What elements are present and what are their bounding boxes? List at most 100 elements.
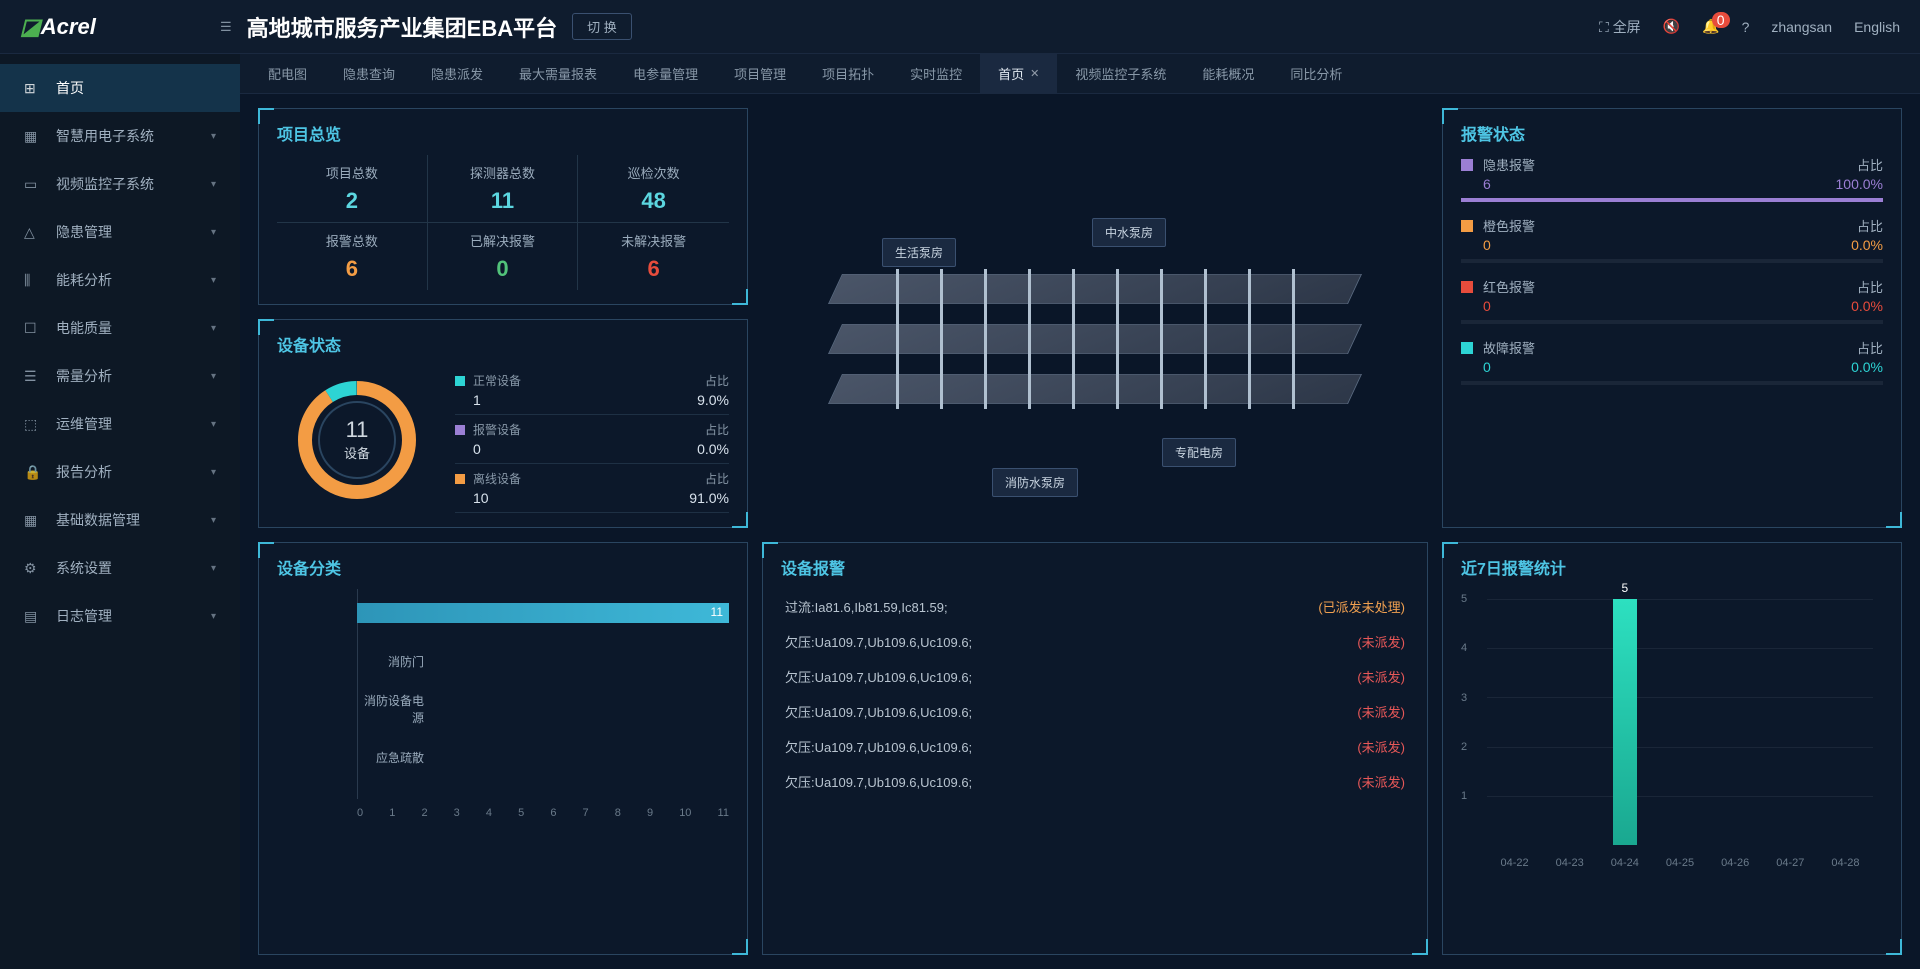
stat-item: 未解决报警6 xyxy=(578,223,729,290)
panel-device-status: 设备状态 11 设备 xyxy=(258,319,748,528)
stat-label: 项目总数 xyxy=(277,163,427,182)
stat-value: 6 xyxy=(578,256,729,282)
x-tick: 04-28 xyxy=(1831,857,1859,869)
nav-icon: ⬚ xyxy=(24,416,42,433)
legend-swatch xyxy=(1461,342,1473,354)
y-tick: 1 xyxy=(1461,790,1467,802)
x-tick: 4 xyxy=(486,807,492,819)
device-status-row: 正常设备占比19.0% xyxy=(455,366,729,415)
tab-2[interactable]: 隐患派发 xyxy=(413,54,501,93)
count-value: 0 xyxy=(473,441,481,457)
tab-10[interactable]: 能耗概况 xyxy=(1184,54,1272,93)
x-tick: 04-27 xyxy=(1776,857,1804,869)
nav-label: 需量分析 xyxy=(56,366,112,386)
chevron-down-icon: ▾ xyxy=(211,419,216,430)
tab-5[interactable]: 项目管理 xyxy=(716,54,804,93)
alarm-item[interactable]: 欠压:Ua109.7,Ub109.6,Uc109.6;(未派发) xyxy=(781,659,1409,694)
panel-alarm-status: 报警状态 隐患报警占比6100.0%橙色报警占比00.0%红色报警占比00.0%… xyxy=(1442,108,1902,528)
progress-fill xyxy=(1461,198,1883,202)
tab-7[interactable]: 实时监控 xyxy=(892,54,980,93)
pct-value: 9.0% xyxy=(697,392,729,408)
language-switch[interactable]: English xyxy=(1854,19,1900,35)
nav-item-8[interactable]: 🔒报告分析▾ xyxy=(0,448,240,496)
nav-label: 隐患管理 xyxy=(56,222,112,242)
stat-value: 11 xyxy=(428,188,578,214)
hbar-fill: 11 xyxy=(357,603,729,623)
pct-header: 占比 xyxy=(705,470,729,487)
help-icon[interactable]: ? xyxy=(1742,19,1750,35)
stat-item: 巡检次数48 xyxy=(578,155,729,223)
nav-label: 系统设置 xyxy=(56,558,112,578)
tab-9[interactable]: 视频监控子系统 xyxy=(1057,54,1184,93)
nav-item-9[interactable]: ▦基础数据管理▾ xyxy=(0,496,240,544)
chevron-down-icon: ▾ xyxy=(211,179,216,190)
alarm-item[interactable]: 过流:Ia81.6,Ib81.59,Ic81.59;(已派发未处理) xyxy=(781,589,1409,624)
nav-item-5[interactable]: ☐电能质量▾ xyxy=(0,304,240,352)
switch-button[interactable]: 切 换 xyxy=(572,13,632,40)
app-title: 高地城市服务产业集团EBA平台 xyxy=(247,11,557,43)
mute-icon[interactable]: 🔇 xyxy=(1663,18,1680,35)
marker-water-pump[interactable]: 中水泵房 xyxy=(1092,218,1166,247)
nav-item-10[interactable]: ⚙系统设置▾ xyxy=(0,544,240,592)
x-tick: 04-26 xyxy=(1721,857,1749,869)
fullscreen-button[interactable]: ⛶ 全屏 xyxy=(1599,17,1641,37)
header: ◪Acrel ☰ 高地城市服务产业集团EBA平台 切 换 ⛶ 全屏 🔇 🔔0 ?… xyxy=(0,0,1920,54)
x-tick: 5 xyxy=(518,807,524,819)
legend-label: 离线设备 xyxy=(473,470,521,487)
bell-icon[interactable]: 🔔0 xyxy=(1702,18,1719,35)
alarm-item[interactable]: 欠压:Ua109.7,Ub109.6,Uc109.6;(未派发) xyxy=(781,764,1409,799)
logo-icon: ◪ xyxy=(20,14,41,39)
device-status-row: 报警设备占比00.0% xyxy=(455,415,729,464)
tab-label: 隐患查询 xyxy=(343,64,395,83)
vbar: 5 xyxy=(1613,599,1637,845)
count-value: 0 xyxy=(1483,359,1491,375)
nav-item-0[interactable]: ⊞首页 xyxy=(0,64,240,112)
pct-value: 0.0% xyxy=(1851,359,1883,375)
y-tick: 3 xyxy=(1461,692,1467,704)
y-tick: 2 xyxy=(1461,741,1467,753)
nav-item-7[interactable]: ⬚运维管理▾ xyxy=(0,400,240,448)
panel-title: 报警状态 xyxy=(1461,121,1883,145)
marker-life-pump[interactable]: 生活泵房 xyxy=(882,238,956,267)
tab-11[interactable]: 同比分析 xyxy=(1272,54,1360,93)
tab-label: 电参量管理 xyxy=(633,64,698,83)
tab-label: 项目管理 xyxy=(734,64,786,83)
panel-3d-view[interactable]: 生活泵房 中水泵房 消防水泵房 专配电房 xyxy=(762,108,1428,528)
nav-item-4[interactable]: ⫼能耗分析▾ xyxy=(0,256,240,304)
tab-8[interactable]: 首页✕ xyxy=(980,54,1057,93)
alarm-status: (未派发) xyxy=(1357,702,1405,721)
chevron-down-icon: ▾ xyxy=(211,611,216,622)
alarm-item[interactable]: 欠压:Ua109.7,Ub109.6,Uc109.6;(未派发) xyxy=(781,729,1409,764)
marker-fire-pump[interactable]: 消防水泵房 xyxy=(992,468,1078,497)
x-tick: 9 xyxy=(647,807,653,819)
tab-label: 隐患派发 xyxy=(431,64,483,83)
tab-0[interactable]: 配电图 xyxy=(250,54,325,93)
donut-label: 设备 xyxy=(344,443,370,462)
panel-title: 项目总览 xyxy=(277,121,729,145)
tabbar: 配电图隐患查询 隐患派发最大需量报表电参量管理 项目管理项目拓扑实时监控首页✕视频监… xyxy=(240,54,1920,94)
panel-title: 设备分类 xyxy=(277,555,729,579)
tab-4[interactable]: 电参量管理 xyxy=(615,54,716,93)
close-icon[interactable]: ✕ xyxy=(1030,67,1039,80)
alarm-item[interactable]: 欠压:Ua109.7,Ub109.6,Uc109.6;(未派发) xyxy=(781,624,1409,659)
username[interactable]: zhangsan xyxy=(1771,19,1832,35)
nav-icon: ▦ xyxy=(24,512,42,529)
hbar-row: 应急疏散 xyxy=(357,733,729,781)
count-value: 0 xyxy=(1483,298,1491,314)
nav-item-2[interactable]: ▭视频监控子系统▾ xyxy=(0,160,240,208)
chevron-down-icon: ▾ xyxy=(211,467,216,478)
nav-item-6[interactable]: ☰需量分析▾ xyxy=(0,352,240,400)
legend-swatch xyxy=(455,376,465,386)
x-tick: 1 xyxy=(389,807,395,819)
nav-icon: ☰ xyxy=(24,368,42,385)
tab-3[interactable]: 最大需量报表 xyxy=(501,54,615,93)
stat-item: 项目总数2 xyxy=(277,155,428,223)
tab-1[interactable]: 隐患查询 xyxy=(325,54,413,93)
nav-item-3[interactable]: △隐患管理▾ xyxy=(0,208,240,256)
marker-power-room[interactable]: 专配电房 xyxy=(1162,438,1236,467)
menu-toggle-icon[interactable]: ☰ xyxy=(220,19,232,35)
alarm-item[interactable]: 欠压:Ua109.7,Ub109.6,Uc109.6;(未派发) xyxy=(781,694,1409,729)
tab-6[interactable]: 项目拓扑 xyxy=(804,54,892,93)
nav-item-11[interactable]: ▤日志管理▾ xyxy=(0,592,240,640)
nav-item-1[interactable]: ▦智慧用电子系统▾ xyxy=(0,112,240,160)
